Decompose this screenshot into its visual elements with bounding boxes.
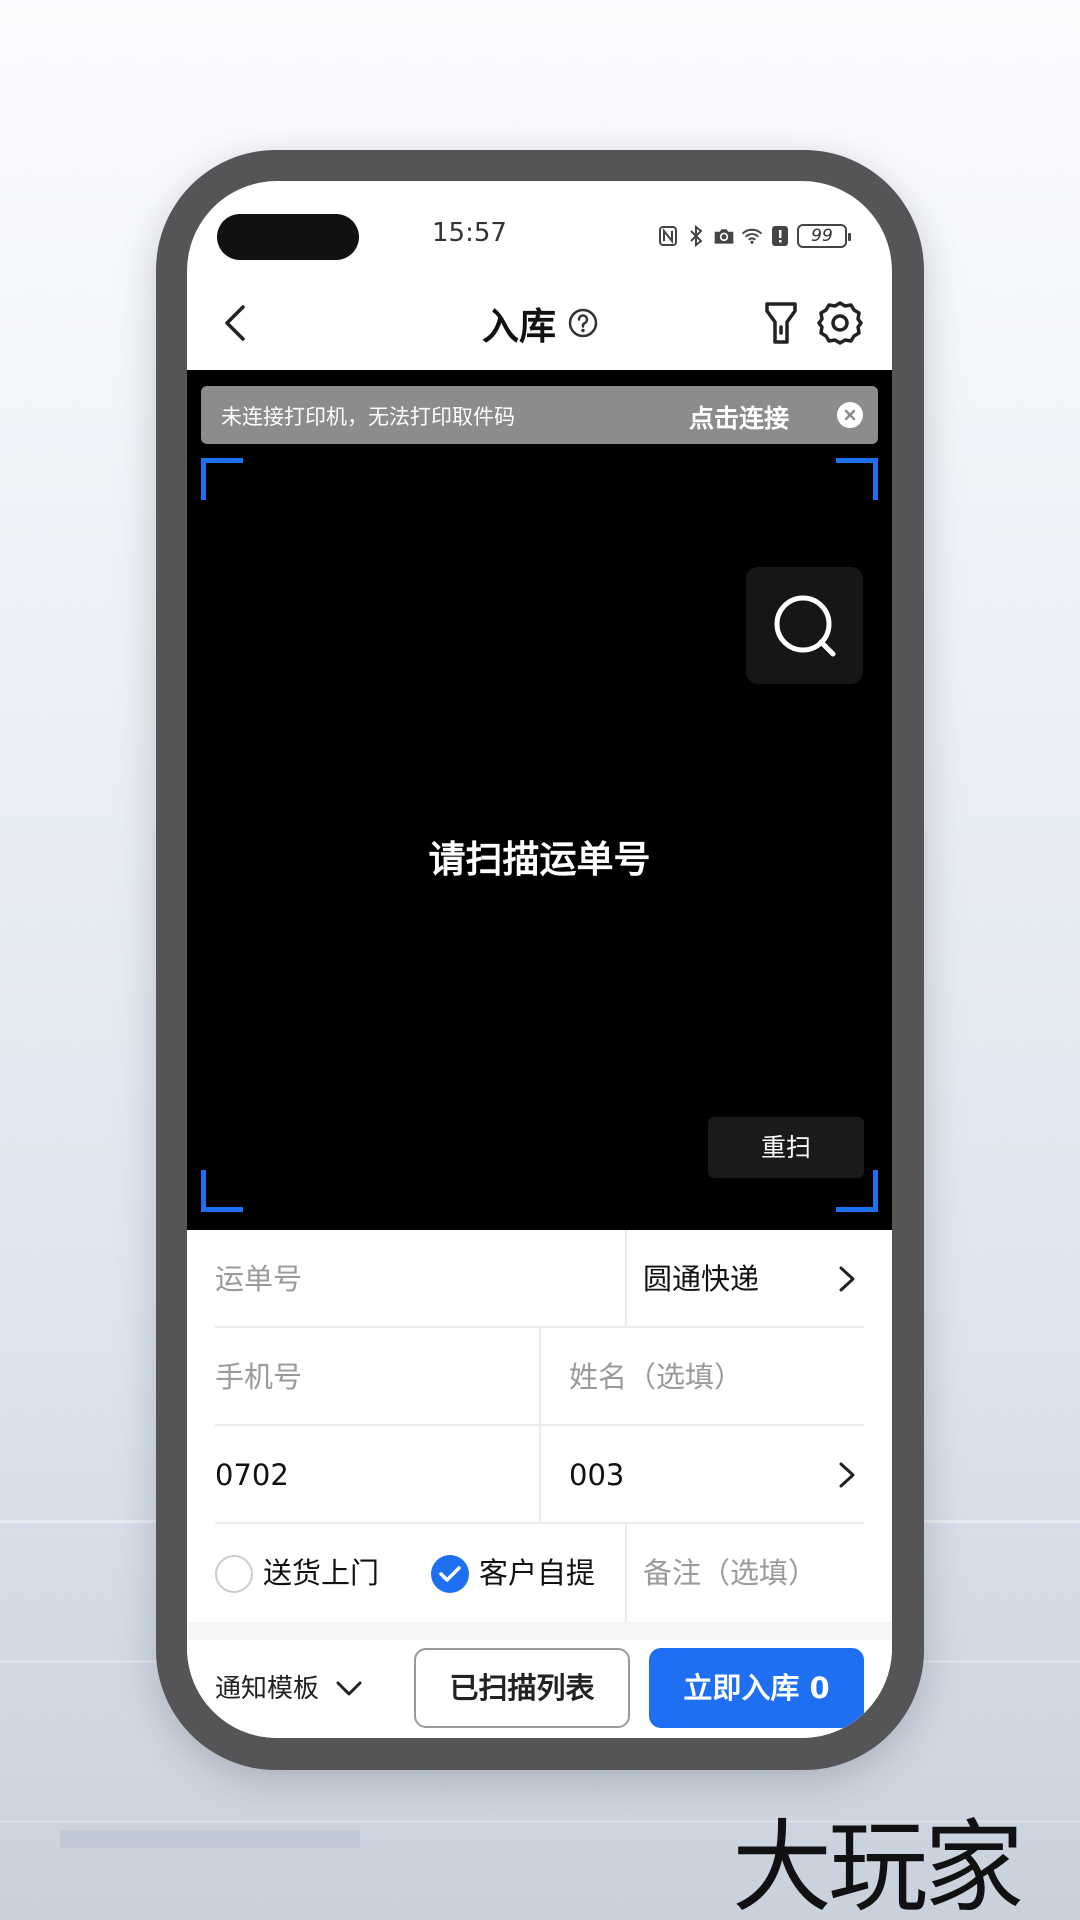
notification-template-selector[interactable]: 通知模板 <box>215 1640 319 1738</box>
divider <box>625 1230 627 1328</box>
printer-message: 未连接打印机，无法打印取件码 <box>221 405 515 429</box>
stock-in-button[interactable]: 立即入库 0 <box>649 1648 864 1728</box>
divider <box>539 1328 541 1426</box>
name-input[interactable]: 姓名（选填） <box>569 1328 864 1426</box>
back-button[interactable] <box>217 303 257 343</box>
radio-home-delivery[interactable] <box>215 1555 253 1593</box>
scanned-list-button[interactable]: 已扫描列表 <box>414 1648 630 1728</box>
flashlight-button[interactable] <box>761 300 801 346</box>
bottom-action-bar: 通知模板 已扫描列表 立即入库 0 <box>187 1640 892 1738</box>
connect-printer-link[interactable]: 点击连接 <box>689 399 789 435</box>
close-icon <box>844 409 856 421</box>
watermark-logo: 大玩家 <box>732 1809 1024 1920</box>
self-pickup-label[interactable]: 客户自提 <box>479 1524 595 1622</box>
camera-icon <box>713 223 735 249</box>
camera-pill <box>217 214 359 260</box>
pickup-code-input[interactable]: 003 <box>569 1426 819 1524</box>
manual-search-button[interactable] <box>746 567 863 684</box>
scan-frame-corner-bottom-left <box>201 1170 243 1212</box>
phone-input[interactable]: 手机号 <box>215 1328 539 1426</box>
remark-input[interactable]: 备注（选填） <box>643 1524 864 1622</box>
radio-self-pickup[interactable] <box>431 1555 469 1593</box>
checkmark-icon <box>439 1566 461 1582</box>
status-bar: 15:57 99 <box>187 181 892 276</box>
settings-button[interactable] <box>817 300 863 346</box>
chevron-right-icon <box>839 1462 855 1488</box>
gear-icon <box>817 301 863 345</box>
nfc-icon <box>657 223 679 249</box>
search-icon <box>774 595 836 657</box>
battery-indicator: 99 <box>797 224 851 248</box>
scanner-viewport[interactable]: 未连接打印机，无法打印取件码 点击连接 请扫描运单号 重扫 <box>187 370 892 1230</box>
courier-selector[interactable]: 圆通快递 <box>643 1230 833 1328</box>
wifi-icon <box>741 223 763 249</box>
page-title: 入库 <box>482 305 556 348</box>
chevron-right-icon <box>839 1266 855 1292</box>
bluetooth-icon <box>685 223 707 249</box>
phone-screen: 15:57 99 入库 未连接打印机，无法打印取件码 点击连接 请扫描运单号 重… <box>187 181 892 1738</box>
form-row-contact: 手机号 姓名（选填） <box>215 1328 864 1426</box>
alert-icon <box>769 223 791 249</box>
home-delivery-label[interactable]: 送货上门 <box>263 1524 379 1622</box>
form-spacer <box>187 1622 892 1640</box>
chevron-down-icon[interactable] <box>335 1674 363 1702</box>
scan-frame-corner-top-right <box>836 458 878 500</box>
back-chevron-icon <box>225 305 245 341</box>
scan-prompt: 请扫描运单号 <box>428 838 651 881</box>
form-row-shelf: 0702 003 <box>215 1426 864 1524</box>
close-banner-button[interactable] <box>837 402 863 428</box>
divider <box>539 1426 541 1524</box>
flashlight-icon <box>765 302 797 344</box>
waybill-input[interactable]: 运单号 <box>215 1230 625 1328</box>
divider <box>625 1524 627 1622</box>
shelf-input[interactable]: 0702 <box>215 1426 539 1524</box>
printer-banner: 未连接打印机，无法打印取件码 点击连接 <box>201 386 878 444</box>
status-time: 15:57 <box>432 218 507 248</box>
scan-frame-corner-top-left <box>201 458 243 500</box>
form-row-waybill: 运单号 圆通快递 <box>215 1230 864 1328</box>
status-icons: 99 <box>657 221 851 251</box>
help-icon[interactable] <box>567 307 599 339</box>
parcel-form: 运单号 圆通快递 手机号 姓名（选填） 0702 003 送货上门 客户自提 备… <box>187 1230 892 1627</box>
nav-bar: 入库 <box>187 276 892 370</box>
form-row-delivery: 送货上门 客户自提 备注（选填） <box>215 1524 864 1622</box>
rescan-button[interactable]: 重扫 <box>708 1117 864 1178</box>
